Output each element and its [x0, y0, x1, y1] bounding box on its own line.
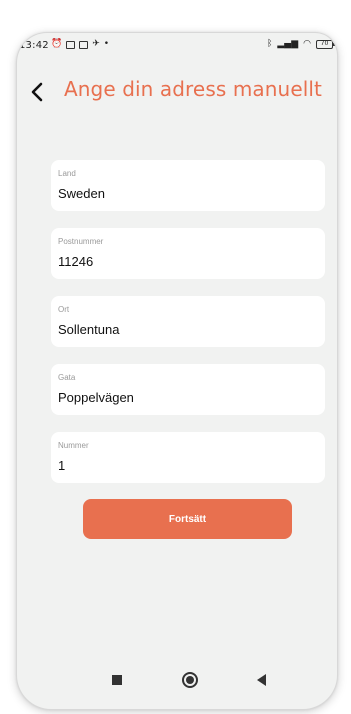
- number-label: Nummer: [58, 441, 89, 450]
- alarm-icon: ⏰: [51, 39, 63, 49]
- page-title: Ange din adress manuellt: [64, 77, 322, 101]
- postal-code-field[interactable]: Postnummer: [51, 228, 325, 279]
- number-field[interactable]: Nummer: [51, 432, 325, 483]
- street-field[interactable]: Gata: [51, 364, 325, 415]
- city-field[interactable]: Ort: [51, 296, 325, 347]
- postal-code-label: Postnummer: [58, 237, 104, 246]
- battery-icon: 70: [316, 40, 335, 49]
- phone-screen: 13:42 ⏰ ✈ • ᛒ ▂▄▆ ◠ 70 Ange din adress m…: [17, 33, 337, 709]
- home-icon[interactable]: [182, 672, 198, 688]
- number-input[interactable]: [58, 458, 308, 473]
- recents-icon[interactable]: [112, 675, 122, 685]
- gallery-icon: [79, 41, 89, 49]
- country-field[interactable]: Land: [51, 160, 325, 211]
- wifi-icon: ◠: [303, 39, 311, 49]
- app-icon: ✈: [92, 39, 100, 49]
- signal-icon: ▂▄▆: [277, 39, 299, 49]
- status-icons-left: ⏰ ✈ •: [51, 39, 109, 50]
- street-label: Gata: [58, 373, 76, 382]
- country-input[interactable]: [58, 186, 308, 201]
- status-bar: 13:42 ⏰ ✈ • ᛒ ▂▄▆ ◠ 70: [17, 33, 337, 57]
- street-input[interactable]: [58, 390, 308, 405]
- status-icons-right: ᛒ ▂▄▆ ◠ 70: [266, 39, 335, 50]
- city-label: Ort: [58, 305, 70, 314]
- city-input[interactable]: [58, 322, 308, 337]
- bluetooth-icon: ᛒ: [266, 39, 273, 49]
- country-label: Land: [58, 169, 76, 178]
- dot-icon: •: [103, 39, 110, 49]
- chevron-left-icon[interactable]: [27, 79, 47, 105]
- postal-code-input[interactable]: [58, 254, 308, 269]
- continue-button[interactable]: Fortsätt: [83, 499, 292, 539]
- header: Ange din adress manuellt: [17, 75, 337, 111]
- status-time: 13:42: [19, 40, 49, 51]
- navigation-bar: [17, 655, 337, 709]
- address-form: Land Postnummer Ort Gata Nummer: [51, 160, 325, 500]
- message-icon: [66, 41, 76, 49]
- back-icon[interactable]: [257, 674, 266, 686]
